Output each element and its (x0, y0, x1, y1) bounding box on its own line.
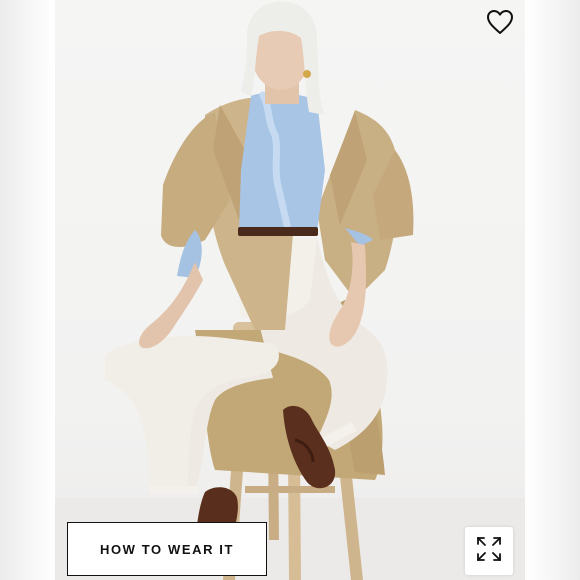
belt (238, 227, 318, 236)
left-gutter (0, 0, 55, 580)
model-photo (55, 1, 525, 580)
expand-image-button[interactable] (465, 527, 513, 575)
favorite-button[interactable] (484, 8, 516, 40)
heart-outline-icon (486, 9, 514, 40)
how-to-wear-label: HOW TO WEAR IT (99, 541, 235, 557)
right-gutter (525, 0, 580, 580)
product-photo[interactable] (55, 0, 525, 580)
how-to-wear-button[interactable]: HOW TO WEAR IT (67, 522, 267, 576)
expand-arrows-icon (475, 535, 503, 568)
